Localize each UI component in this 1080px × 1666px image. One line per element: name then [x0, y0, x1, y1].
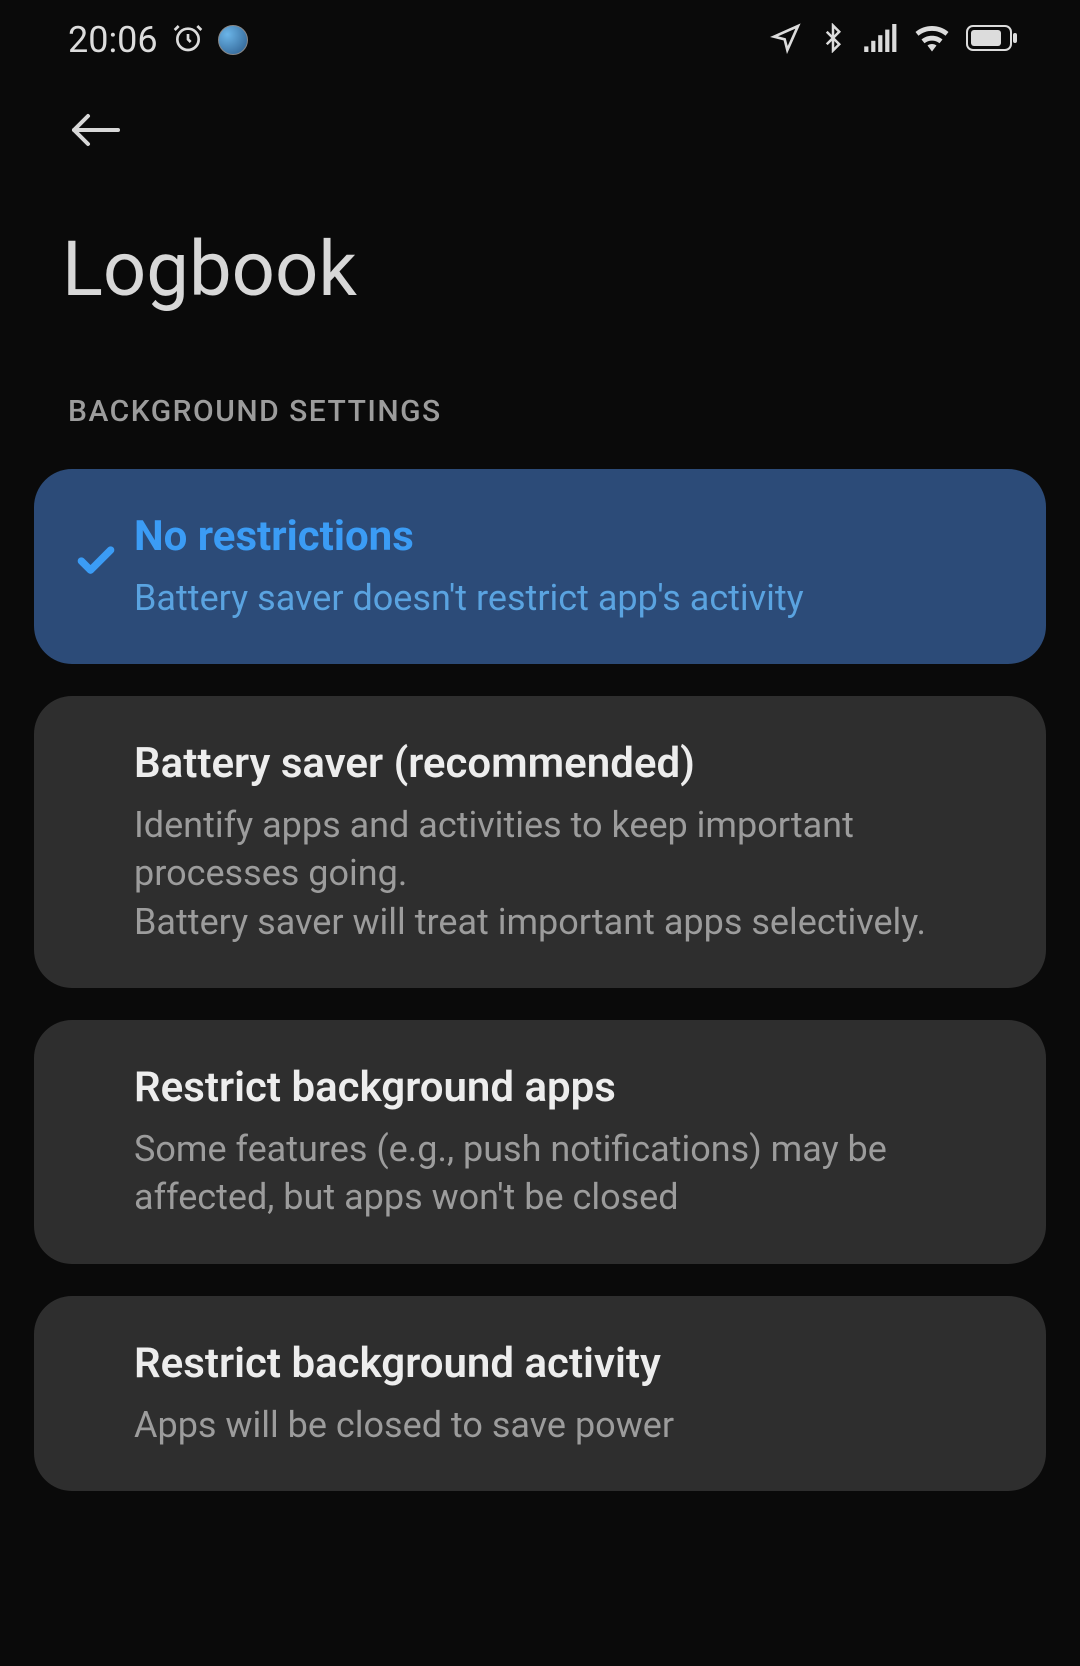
page-title: Logbook: [0, 184, 1080, 394]
option-description: Battery saver doesn't restrict app's act…: [134, 574, 996, 623]
status-left: 20:06: [68, 19, 248, 61]
option-content: Restrict background activity Apps will b…: [134, 1338, 996, 1449]
bluetooth-icon: [818, 23, 848, 57]
battery-icon: [966, 25, 1018, 55]
check-placeholder: [74, 738, 132, 766]
option-description: Identify apps and activities to keep imp…: [134, 801, 996, 947]
section-header: BACKGROUND SETTINGS: [0, 394, 1080, 469]
location-icon: [770, 22, 802, 58]
option-content: Restrict background apps Some features (…: [134, 1062, 996, 1222]
status-right: [770, 22, 1018, 58]
back-arrow-icon: [68, 110, 124, 150]
option-title: Restrict background apps: [134, 1062, 996, 1115]
option-battery-saver[interactable]: Battery saver (recommended) Identify app…: [34, 696, 1046, 988]
check-icon: [74, 511, 132, 587]
option-restrict-activity[interactable]: Restrict background activity Apps will b…: [34, 1296, 1046, 1491]
status-bar: 20:06: [0, 0, 1080, 80]
alarm-icon: [172, 22, 204, 58]
options-list: No restrictions Battery saver doesn't re…: [0, 469, 1080, 1491]
option-content: Battery saver (recommended) Identify app…: [134, 738, 996, 946]
option-restrict-apps[interactable]: Restrict background apps Some features (…: [34, 1020, 1046, 1264]
signal-icon: [864, 24, 898, 56]
check-placeholder: [74, 1062, 132, 1090]
back-button[interactable]: [0, 80, 1080, 184]
wifi-icon: [914, 24, 950, 56]
option-description: Some features (e.g., push notifications)…: [134, 1125, 996, 1222]
option-no-restrictions[interactable]: No restrictions Battery saver doesn't re…: [34, 469, 1046, 664]
check-placeholder: [74, 1338, 132, 1366]
option-description: Apps will be closed to save power: [134, 1401, 996, 1450]
option-title: No restrictions: [134, 511, 996, 564]
status-time: 20:06: [68, 19, 158, 61]
option-content: No restrictions Battery saver doesn't re…: [134, 511, 996, 622]
app-notification-icon: [218, 25, 248, 55]
option-title: Restrict background activity: [134, 1338, 996, 1391]
option-title: Battery saver (recommended): [134, 738, 996, 791]
